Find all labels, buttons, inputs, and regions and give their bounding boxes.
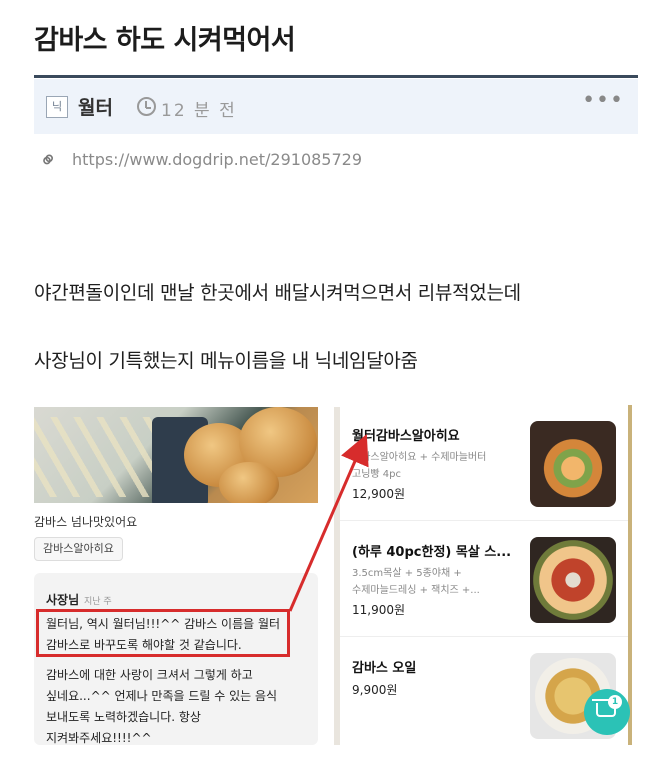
reply-time: 지난 주 xyxy=(84,597,112,607)
more-icon[interactable]: ••• xyxy=(582,88,624,113)
author-icon: 닉 xyxy=(46,96,68,118)
post-url[interactable]: https://www.dogdrip.net/291085729 xyxy=(72,150,362,169)
post-paragraph: 사장님이 기특했는지 메뉴이름을 내 닉네임달아줌 xyxy=(34,350,418,372)
review-panel: 감바스 넘나맛있어요 감바스알아히요 사장님 지난 주 월터님, 역시 월터님!… xyxy=(34,405,318,745)
review-photo xyxy=(34,407,318,503)
post-title: 감바스 하도 시켜먹어서 xyxy=(34,25,296,56)
post-paragraph: 야간편돌이인데 맨날 한곳에서 배달시켜먹으면서 리뷰적었는데 xyxy=(34,282,521,304)
menu-item-desc: 3.5cm목살 + 5종야채 + xyxy=(352,568,462,579)
reply-line: 감바스에 대한 사랑이 크셔서 그렇게 하고 xyxy=(46,668,253,682)
menu-panel: 월터감바스알아히요 감바스알아히요 + 수제마늘버터 고닝빵 4pc 12,90… xyxy=(340,405,632,745)
menu-item-desc: 감바스알아히요 + 수제마늘버터 xyxy=(352,452,487,463)
menu-item-photo xyxy=(530,537,616,623)
link-icon: ⚭ xyxy=(33,145,65,176)
owner-label: 사장님 xyxy=(46,593,80,607)
review-text: 감바스 넘나맛있어요 xyxy=(34,515,138,529)
menu-item[interactable]: 감바스 오일 9,900원 xyxy=(340,637,628,753)
post-meta-bar: 닉 월터 12 분 전 ••• xyxy=(34,79,638,134)
menu-item-price: 9,900원 xyxy=(352,683,398,697)
owner-reply: 사장님 지난 주 월터님, 역시 월터님!!!^^ 감바스 이름을 월터 감바스… xyxy=(34,573,318,745)
reply-line: 지켜봐주세요!!!!^^ xyxy=(46,731,152,745)
menu-item-price: 11,900원 xyxy=(352,603,406,617)
reply-line: 싶네요...^^ 언제나 만족을 드릴 수 있는 음식 xyxy=(46,689,278,703)
author-name[interactable]: 월터 xyxy=(78,93,113,120)
menu-item-desc: 고닝빵 4pc xyxy=(352,469,401,480)
menu-item-name: 월터감바스알아히요 xyxy=(352,429,460,444)
menu-item-price: 12,900원 xyxy=(352,487,406,501)
post-time: 12 분 전 xyxy=(161,101,237,121)
title-divider xyxy=(34,75,638,78)
menu-item[interactable]: 월터감바스알아히요 감바스알아히요 + 수제마늘버터 고닝빵 4pc 12,90… xyxy=(340,405,628,521)
menu-item[interactable]: (하루 40pc한정) 목살 스... 3.5cm목살 + 5종야채 + 수제마… xyxy=(340,521,628,637)
embedded-screenshot: 감바스 넘나맛있어요 감바스알아히요 사장님 지난 주 월터님, 역시 월터님!… xyxy=(34,405,632,745)
highlight-box xyxy=(36,609,290,657)
menu-item-name: 감바스 오일 xyxy=(352,661,417,676)
cart-button[interactable]: 1 xyxy=(584,689,630,735)
clock-icon xyxy=(137,97,156,116)
menu-item-name: (하루 40pc한정) 목살 스... xyxy=(352,545,512,560)
reply-line: 보내도록 노력하겠습니다. 항상 xyxy=(46,710,201,724)
cart-count-badge: 1 xyxy=(608,695,622,709)
review-menu-tag: 감바스알아히요 xyxy=(34,537,123,561)
menu-item-desc: 수제마늘드레싱 + 잭치즈 +... xyxy=(352,585,480,596)
menu-item-photo xyxy=(530,421,616,507)
